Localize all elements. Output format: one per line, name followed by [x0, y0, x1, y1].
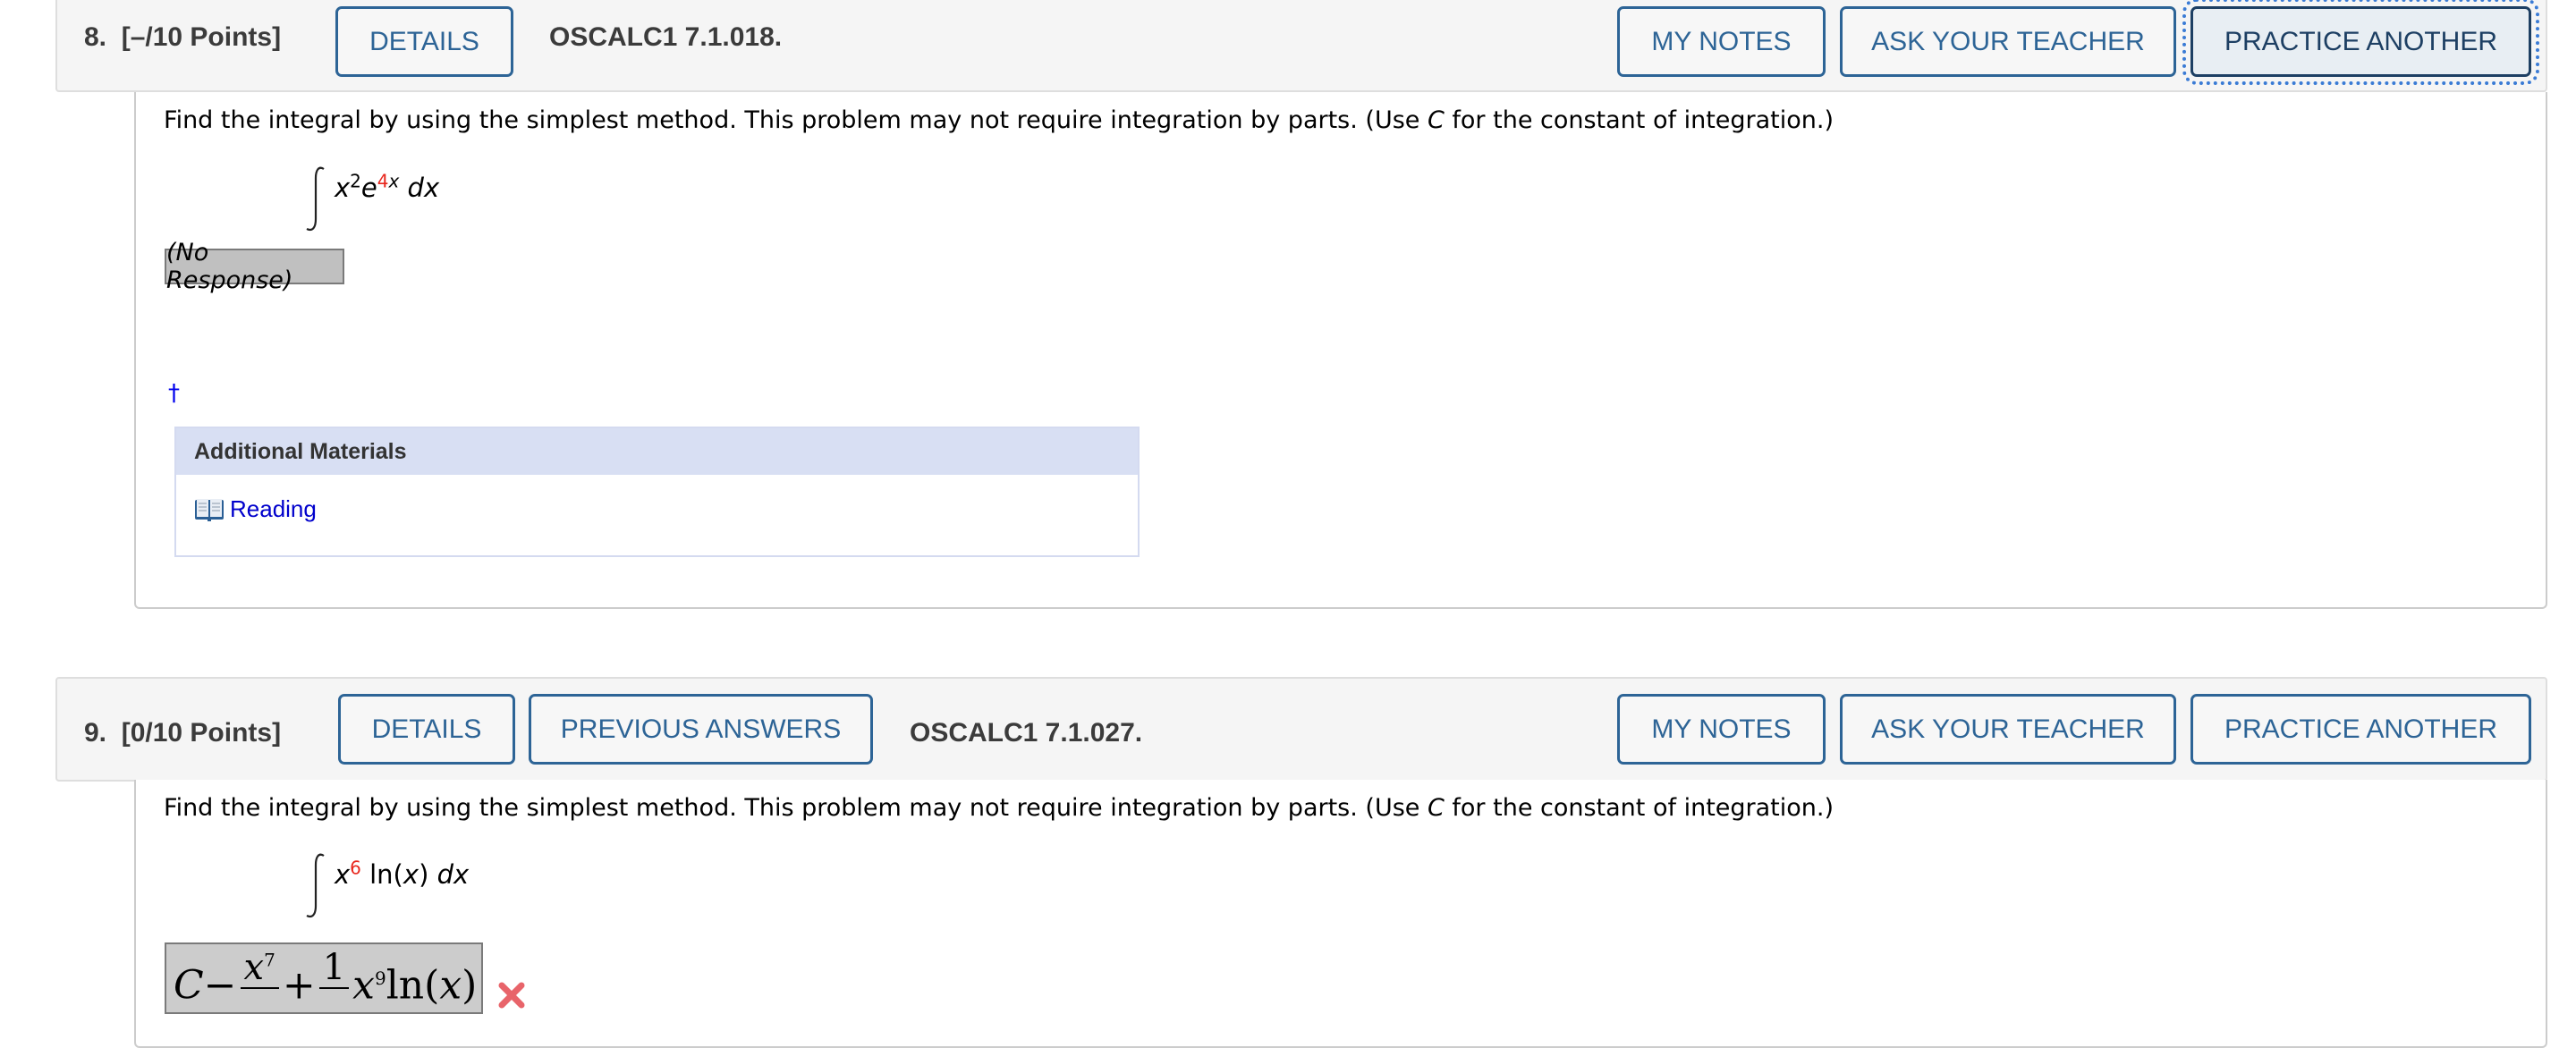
- submitted-answer-math: C− x7 +1 x9ln(x): [174, 947, 478, 1012]
- my-notes-button[interactable]: MY NOTES: [1617, 6, 1826, 77]
- ln-argument: x: [402, 859, 419, 890]
- additional-materials-title: Additional Materials: [176, 428, 1138, 475]
- details-button[interactable]: DETAILS: [338, 694, 515, 765]
- prompt-text-end: for the constant of integration.): [1444, 106, 1835, 134]
- integral-sign-icon: [306, 853, 325, 918]
- term-exponent: 9: [375, 967, 386, 989]
- points-label: [0/10 Points]: [121, 718, 282, 748]
- integrand: x6 ln(x) dx: [335, 857, 470, 890]
- ln-function: ln(: [369, 859, 403, 890]
- question-prompt: Find the integral by using the simplest …: [164, 794, 1834, 822]
- question-8-body: Find the integral by using the simplest …: [134, 92, 2547, 609]
- differential: dx: [436, 859, 470, 890]
- details-button[interactable]: DETAILS: [335, 6, 513, 77]
- additional-materials-panel: Additional Materials Reading: [174, 427, 1140, 557]
- differential: dx: [407, 173, 440, 203]
- answer-constant: C: [174, 962, 204, 1009]
- answer-fraction-1: x7: [240, 947, 279, 1012]
- term-ln: ln(: [386, 962, 440, 1009]
- frac1-exponent: 7: [264, 949, 275, 971]
- term-argument: x: [439, 962, 462, 1009]
- constant-symbol: C: [1427, 794, 1445, 822]
- points-label: [–/10 Points]: [121, 22, 282, 52]
- term-close: ): [462, 962, 478, 1009]
- prompt-text-end: for the constant of integration.): [1444, 794, 1835, 822]
- problem-code: OSCALC1 7.1.018.: [549, 22, 783, 52]
- no-response-box: (No Response): [165, 239, 344, 294]
- ask-your-teacher-button[interactable]: ASK YOUR TEACHER: [1840, 6, 2176, 77]
- question-number: 9.: [84, 718, 107, 748]
- question-number: 8.: [84, 22, 107, 52]
- reading-link-label[interactable]: Reading: [230, 495, 317, 523]
- exponent-variable: x: [388, 170, 400, 192]
- prompt-text: Find the integral by using the simplest …: [164, 106, 1428, 134]
- question-prompt: Find the integral by using the simplest …: [164, 106, 1834, 134]
- constant-symbol: C: [1427, 106, 1445, 134]
- question-8-header: 8. [–/10 Points] DETAILS OSCALC1 7.1.018…: [55, 0, 2547, 92]
- answer-minus: −: [203, 962, 237, 1009]
- question-9-number: 9. [0/10 Points]: [84, 718, 281, 748]
- frac1-base: x: [243, 947, 265, 988]
- randomized-exponent: 6: [350, 857, 361, 879]
- close-paren: ): [419, 859, 429, 890]
- footnote-dagger: †: [168, 380, 180, 407]
- integral-sign-icon: [306, 166, 325, 232]
- question-9-header: 9. [0/10 Points] DETAILS PREVIOUS ANSWER…: [55, 677, 2547, 782]
- practice-another-button[interactable]: PRACTICE ANOTHER: [2190, 694, 2531, 765]
- integrand-base: x: [335, 859, 351, 890]
- integrand-exponent: 2: [350, 170, 361, 192]
- previous-answers-button[interactable]: PREVIOUS ANSWERS: [529, 694, 873, 765]
- answer-fraction-2: 1: [318, 948, 350, 1012]
- term-base: x: [352, 962, 375, 1009]
- my-notes-button[interactable]: MY NOTES: [1617, 694, 1826, 765]
- answer-plus: +: [282, 962, 316, 1009]
- randomized-coefficient: 4: [377, 170, 389, 192]
- question-8-number: 8. [–/10 Points]: [84, 22, 281, 53]
- ask-your-teacher-button[interactable]: ASK YOUR TEACHER: [1840, 694, 2176, 765]
- prompt-text: Find the integral by using the simplest …: [164, 794, 1428, 822]
- problem-code: OSCALC1 7.1.027.: [910, 718, 1143, 748]
- question-9-body: Find the integral by using the simplest …: [134, 780, 2547, 1048]
- integrand-e: e: [360, 173, 377, 203]
- reading-link[interactable]: Reading: [194, 495, 317, 523]
- x-mark-icon: [498, 982, 525, 1009]
- book-icon: [195, 498, 224, 521]
- integrand-base: x: [335, 173, 351, 203]
- practice-another-button[interactable]: PRACTICE ANOTHER: [2182, 0, 2539, 85]
- submitted-answer-box: C− x7 +1 x9ln(x): [165, 942, 483, 1014]
- integrand: x2e4x dx: [335, 170, 440, 203]
